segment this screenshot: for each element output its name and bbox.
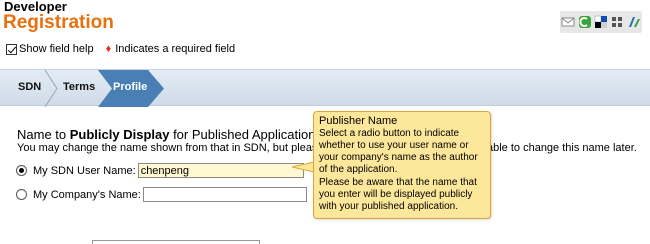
- next-field-partial: [92, 240, 260, 244]
- company-option: My Company's Name:: [16, 187, 307, 202]
- sdn-user-option: My SDN User Name:: [16, 163, 304, 178]
- sdn-user-name-input[interactable]: [137, 163, 304, 178]
- required-indicator-icon: ♦: [105, 43, 112, 55]
- registration-steps-nav: SDN Terms Profile: [0, 69, 650, 107]
- tooltip-paragraph: Please be aware that the name that you e…: [319, 177, 477, 212]
- section-title: Name to Publicly Display for Published A…: [17, 127, 322, 142]
- email-icon[interactable]: [561, 15, 575, 29]
- tooltip-pointer-icon: [292, 161, 314, 173]
- sdn-user-label: My SDN User Name:: [33, 164, 136, 177]
- help-row: Show field help ♦ Indicates a required f…: [6, 43, 235, 55]
- show-field-help-checkbox[interactable]: [6, 43, 17, 55]
- page-title: Registration: [3, 12, 114, 33]
- section-description: You may change the name shown from that …: [17, 142, 342, 154]
- step-terms[interactable]: Terms: [63, 81, 95, 93]
- step-profile[interactable]: Profile: [113, 81, 147, 93]
- company-name-input[interactable]: [142, 187, 307, 202]
- tooltip-paragraph: Select a radio button to indicate whethe…: [319, 128, 478, 175]
- kaboodle-icon[interactable]: [627, 15, 641, 29]
- company-radio[interactable]: [16, 189, 27, 200]
- step-sdn[interactable]: SDN: [18, 81, 41, 93]
- tooltip-title: Publisher Name: [319, 115, 398, 127]
- section-description-continued: able to change this name later.: [487, 142, 637, 154]
- required-field-legend: Indicates a required field: [115, 43, 236, 55]
- delicious-icon[interactable]: [594, 15, 608, 29]
- chevron-right-icon: [44, 70, 58, 107]
- fuzz-icon[interactable]: [578, 15, 592, 29]
- digg-icon[interactable]: [610, 15, 624, 29]
- sdn-user-radio[interactable]: [16, 165, 27, 176]
- field-help-tooltip: Publisher Name Select a radio button to …: [313, 111, 491, 219]
- share-toolbar: [560, 11, 642, 33]
- company-label: My Company's Name:: [33, 188, 141, 201]
- show-field-help-label[interactable]: Show field help: [19, 43, 94, 55]
